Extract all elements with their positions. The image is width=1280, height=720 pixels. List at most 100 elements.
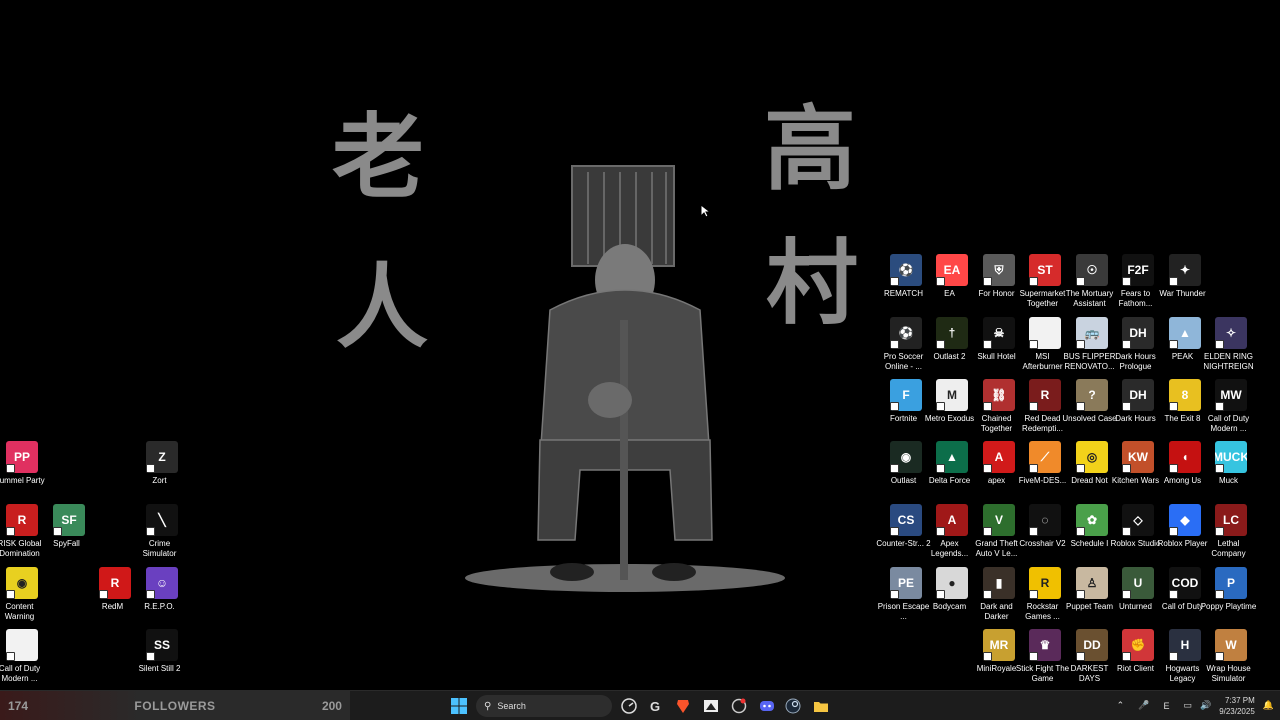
desktop-shortcut[interactable]: PP Pummel Party [0,441,45,486]
desktop-shortcut[interactable]: R Red Dead Redempti... [1022,379,1068,434]
app-glyph: PP [13,450,30,464]
clock[interactable]: 7:37 PM 9/23/2025 [1219,695,1255,717]
shortcut-app-icon: DH [1122,379,1154,411]
app-glyph: W [1225,638,1237,652]
network-icon[interactable]: ▭ [1183,700,1192,711]
app-glyph: DD [1083,638,1101,652]
desktop-shortcut[interactable]: LC Lethal Company [1208,504,1254,559]
app-glyph: ▲ [1179,326,1191,340]
shortcut-app-icon: ◖ [1169,441,1201,473]
taskbar-app-g[interactable]: G [644,695,666,717]
app-glyph: MUCK [1215,450,1247,464]
desktop-shortcut[interactable]: ◉ Content Warning [0,567,45,622]
shortcut-app-icon: ☺ [146,567,178,599]
desktop-shortcut[interactable]: MW Call of Duty Modern ... [1208,379,1254,434]
app-glyph: ☠ [993,326,1005,340]
shortcut-app-icon: ☠ [983,317,1015,349]
overlay-app-icon [731,698,747,714]
desktop-shortcut[interactable]: DH Dark Hours Prologue [1115,317,1161,372]
shortcut-app-icon: 🚌 [1076,317,1108,349]
desktop-shortcut[interactable]: SS Silent Still 2 [139,629,185,674]
desktop-shortcut[interactable]: ✦ War Thunder [1159,254,1208,299]
desktop-shortcut[interactable]: V Grand Theft Auto V Le... [975,504,1022,559]
shortcut-app-icon: LC [1215,504,1247,536]
app-glyph: ? [1088,388,1096,402]
taskbar-app-box[interactable] [700,695,722,717]
followers-current: 174 [8,698,29,713]
shortcut-app-icon: ✊ [1122,629,1154,661]
shortcut-app-icon: U [1122,567,1154,599]
desktop-shortcut[interactable]: R RISK Global Domination [0,504,45,559]
desktop-shortcut[interactable]: DD DARKEST DAYS [1069,629,1115,684]
start-button[interactable] [448,695,470,717]
desktop-shortcut[interactable]: SF SpyFall [46,504,92,549]
desktop-shortcut[interactable]: ⚽ Pro Soccer Online - ... [883,317,929,372]
shortcut-app-icon: DH [1122,317,1154,349]
app-glyph: ✧ [1225,326,1237,340]
shortcut-app-icon [1029,317,1061,349]
app-glyph: ● [948,576,956,590]
chevron-up-icon[interactable]: ⌃ [1117,700,1125,711]
taskbar-app-discord[interactable] [756,695,778,717]
desktop-shortcut[interactable]: F2F Fears to Fathom... [1115,254,1161,309]
taskbar-app-overlay[interactable] [728,695,750,717]
shortcut-app-icon: ST [1029,254,1061,286]
app-glyph: ◎ [1086,450,1098,464]
shortcut-label: Muck [1218,476,1239,485]
shortcut-label: R.E.P.O. [144,602,175,611]
taskbar-search-box[interactable]: ⚲ Search [476,695,612,717]
shortcut-app-icon: R [99,567,131,599]
desktop-shortcut[interactable]: ✧ ELDEN RING NIGHTREIGN [1203,317,1254,372]
desktop-shortcut[interactable]: W Wrap House Simulator [1206,629,1254,684]
desktop-shortcut[interactable]: Z Zort [139,441,185,486]
shortcut-app-icon: ⟋ [1029,441,1061,473]
desktop-shortcut[interactable]: ╲ Crime Simulator [139,504,185,559]
shortcut-label: Lethal Company [1211,539,1246,558]
app-glyph: ✿ [1086,513,1098,527]
clock-date: 9/23/2025 [1219,706,1255,716]
shortcut-label: Poppy Playtime [1200,602,1257,611]
shortcut-app-icon: SS [146,629,178,661]
shortcut-app-icon: ╲ [146,504,178,536]
app-glyph: Z [158,450,166,464]
app-glyph: F [902,388,910,402]
shortcut-app-icon: CS [890,504,922,536]
followers-goal: 200 [321,698,342,713]
shortcut-app-icon: EA [936,254,968,286]
shortcut-app-icon: A [936,504,968,536]
shortcut-label: Call of Duty Modern ... [0,664,41,683]
shortcut-label: SpyFall [53,539,80,548]
taskbar-app-file-explorer[interactable] [810,695,832,717]
notification-bell-icon[interactable]: 🔔 [1263,700,1274,711]
app-glyph: H [1180,638,1190,652]
input-language[interactable]: E [1163,701,1169,711]
desktop-shortcut[interactable]: ☺ R.E.P.O. [139,567,185,612]
app-glyph: R [110,576,120,590]
app-glyph: ▮ [995,576,1003,590]
shortcut-app-icon: SF [53,504,85,536]
taskbar-app-steam[interactable] [782,695,804,717]
shortcut-app-icon: ⛨ [983,254,1015,286]
shortcut-app-icon: MW [1215,379,1247,411]
shortcut-app-icon: R [6,504,38,536]
shortcut-app-icon: R [1029,379,1061,411]
volume-icon[interactable]: 🔊 [1200,700,1211,711]
desktop-shortcut[interactable]: R Rockstar Games ... [1022,567,1068,622]
shortcut-app-icon: Z [146,441,178,473]
system-tray: ⌃ 🎤 E ▭ 🔊 7:37 PM 9/23/2025 🔔 [1109,691,1274,720]
shortcut-label: Wrap House Simulator [1206,664,1251,683]
microphone-icon[interactable]: 🎤 [1138,700,1149,711]
desktop-shortcut[interactable]: Call of Duty Modern ... [0,629,45,684]
desktop-shortcut[interactable]: MUCK Muck [1208,441,1254,486]
app-glyph: † [948,326,956,340]
desktop-shortcut[interactable]: P Poppy Playtime [1201,567,1256,612]
shortcut-app-icon: ◌ [1029,504,1061,536]
taskbar-app-speedometer[interactable] [618,695,640,717]
app-glyph: ◉ [16,576,28,590]
app-glyph: 🚌 [1084,326,1100,340]
app-glyph: R [1040,388,1050,402]
desktop-shortcut[interactable]: PE Prison Escape ... [878,567,929,622]
taskbar-app-brave[interactable] [672,695,694,717]
app-glyph: EA [943,263,961,277]
shortcut-label: ELDEN RING NIGHTREIGN [1203,352,1254,371]
